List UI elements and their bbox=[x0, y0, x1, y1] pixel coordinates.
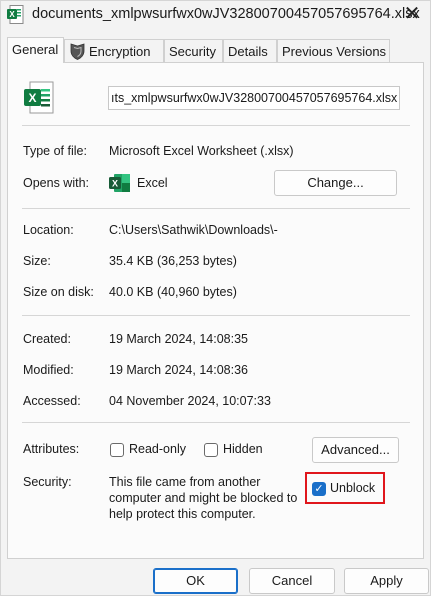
unblock-checkbox[interactable]: ✓ bbox=[312, 482, 326, 496]
unblock-label[interactable]: Unblock bbox=[330, 481, 375, 495]
tab-encryption-label: Encryption bbox=[89, 44, 151, 59]
shield-icon bbox=[70, 43, 85, 60]
hidden-checkbox[interactable] bbox=[204, 443, 218, 457]
attributes-label: Attributes: bbox=[23, 442, 80, 456]
advanced-button[interactable]: Advanced... bbox=[312, 437, 399, 463]
general-panel: X ıts_xmlpwsurfwx0wJV3280070045705769​57… bbox=[7, 62, 424, 559]
change-button[interactable]: Change... bbox=[274, 170, 397, 196]
excel-app-icon: X bbox=[109, 174, 130, 192]
size-value: 35.4 KB (36,253 bytes) bbox=[109, 254, 237, 268]
apply-button[interactable]: Apply bbox=[344, 568, 429, 594]
modified-label: Modified: bbox=[23, 363, 74, 377]
created-label: Created: bbox=[23, 332, 71, 346]
tab-previous-versions[interactable]: Previous Versions bbox=[277, 39, 390, 62]
size-label: Size: bbox=[23, 254, 51, 268]
svg-text:X: X bbox=[9, 10, 15, 19]
security-text-line-1: This file came from another bbox=[109, 475, 261, 489]
ok-button[interactable]: OK bbox=[153, 568, 238, 594]
tab-previous-versions-label: Previous Versions bbox=[282, 44, 387, 59]
title-bar[interactable]: X documents_xmlpwsurfwx0wJV3280070045705… bbox=[1, 1, 430, 31]
security-text-line-2: computer and might be blocked to bbox=[109, 491, 298, 505]
readonly-checkbox[interactable] bbox=[110, 443, 124, 457]
size-on-disk-label: Size on disk: bbox=[23, 285, 94, 299]
location-value: C:\Users\Sathwik\Downloads\- bbox=[109, 223, 278, 237]
svg-text:X: X bbox=[112, 179, 118, 189]
cancel-button[interactable]: Cancel bbox=[249, 568, 335, 594]
accessed-label: Accessed: bbox=[23, 394, 81, 408]
excel-file-icon: X bbox=[7, 5, 24, 24]
close-button[interactable]: ✕ bbox=[400, 3, 424, 27]
window-title: documents_xmlpwsurfwx0wJV328007004570576… bbox=[32, 6, 420, 22]
tab-general-label: General bbox=[12, 42, 59, 57]
tab-security[interactable]: Security bbox=[164, 39, 223, 62]
location-label: Location: bbox=[23, 223, 74, 237]
accessed-value: 04 November 2024, 10:07:33 bbox=[109, 394, 271, 408]
type-of-file-value: Microsoft Excel Worksheet (.xlsx) bbox=[109, 144, 294, 158]
type-of-file-label: Type of file: bbox=[23, 144, 87, 158]
opens-with-value: Excel bbox=[137, 176, 168, 190]
created-value: 19 March 2024, 14:08:35 bbox=[109, 332, 248, 346]
modified-value: 19 March 2024, 14:08:36 bbox=[109, 363, 248, 377]
tab-general[interactable]: General bbox=[7, 37, 64, 63]
opens-with-label: Opens with: bbox=[23, 176, 90, 190]
tab-security-label: Security bbox=[169, 44, 216, 59]
divider bbox=[22, 208, 410, 209]
svg-text:X: X bbox=[28, 91, 36, 105]
security-label: Security: bbox=[23, 475, 72, 489]
hidden-label[interactable]: Hidden bbox=[223, 442, 263, 456]
excel-file-icon: X bbox=[24, 81, 54, 114]
divider bbox=[22, 422, 410, 423]
tab-details[interactable]: Details bbox=[223, 39, 277, 62]
size-on-disk-value: 40.0 KB (40,960 bytes) bbox=[109, 285, 237, 299]
properties-dialog: X documents_xmlpwsurfwx0wJV3280070045705… bbox=[0, 0, 431, 596]
filename-field[interactable]: ıts_xmlpwsurfwx0wJV3280070045705769​5764… bbox=[108, 86, 400, 110]
security-text-line-3: help protect this computer. bbox=[109, 507, 256, 521]
divider bbox=[22, 125, 410, 126]
divider bbox=[22, 315, 410, 316]
readonly-label[interactable]: Read-only bbox=[129, 442, 186, 456]
tab-encryption[interactable]: Encryption bbox=[64, 39, 164, 62]
tab-details-label: Details bbox=[228, 44, 268, 59]
